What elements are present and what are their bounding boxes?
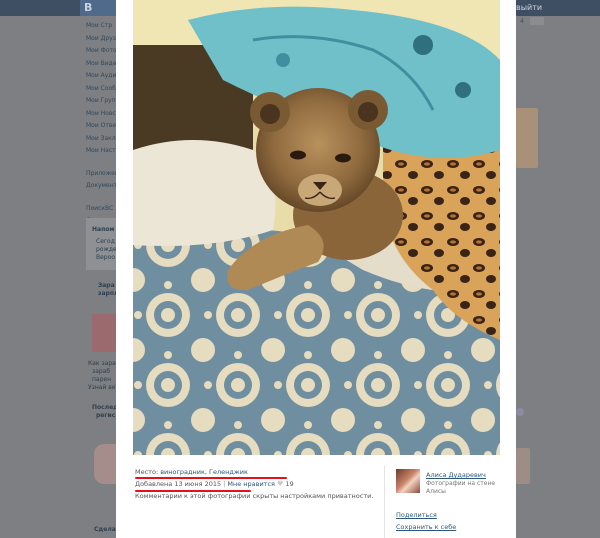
added-line: Добавлена 13 июня 2015 | Мне нравится ♥ 19: [135, 480, 294, 488]
recent-title-2: регис: [96, 412, 116, 419]
promo-title-1: Зара: [98, 282, 115, 289]
promo-caption-2: зараб: [92, 368, 111, 375]
search-box[interactable]: [530, 17, 544, 25]
photo-viewer: Место: виноградник, Геленджик Добавлена …: [116, 0, 516, 538]
reminder-title: Напом: [92, 226, 115, 233]
promo-caption-1: Как зара: [88, 360, 116, 367]
photo-info: Место: виноградник, Геленджик Добавлена …: [135, 466, 385, 502]
promo-caption-4: Узнай ве: [88, 384, 116, 391]
heart-icon[interactable]: ♥: [277, 480, 283, 488]
likes-count: 19: [285, 480, 294, 488]
save-to-myself-link[interactable]: Сохранить к себе: [396, 523, 456, 531]
promo-caption-3: парен: [92, 376, 112, 383]
right-thumb-2[interactable]: [516, 448, 530, 484]
logout-link[interactable]: выйти: [516, 0, 546, 16]
reminder-line-3: Вероо: [96, 254, 115, 261]
place-link[interactable]: виноградник, Геленджик: [160, 468, 248, 476]
like-button[interactable]: Мне нравится: [227, 480, 275, 488]
photo-image: [133, 0, 500, 455]
right-thumb-1[interactable]: [516, 108, 538, 168]
reminder-line-1: Сегод: [96, 238, 115, 245]
avatar[interactable]: [396, 469, 420, 493]
recent-image[interactable]: [94, 444, 116, 484]
owner-subtitle: Фотографии на стене Алисы: [426, 480, 496, 495]
added-date: Добавлена 13 июня 2015: [135, 480, 222, 488]
owner-name-link[interactable]: Алиса Дударевич: [426, 471, 486, 479]
photo[interactable]: [133, 0, 500, 455]
number-badge: 4: [520, 18, 524, 25]
promo-image[interactable]: [92, 314, 116, 352]
share-link[interactable]: Поделиться: [396, 511, 437, 519]
info-divider: [384, 466, 385, 538]
annotation-underline-2: [135, 490, 251, 492]
footer-left: Сдела: [94, 526, 116, 533]
reminder-line-2: рожде: [96, 246, 117, 253]
annotation-underline-1: [135, 477, 287, 479]
recent-title-1: Послед: [92, 404, 119, 411]
right-icon: [516, 408, 524, 416]
